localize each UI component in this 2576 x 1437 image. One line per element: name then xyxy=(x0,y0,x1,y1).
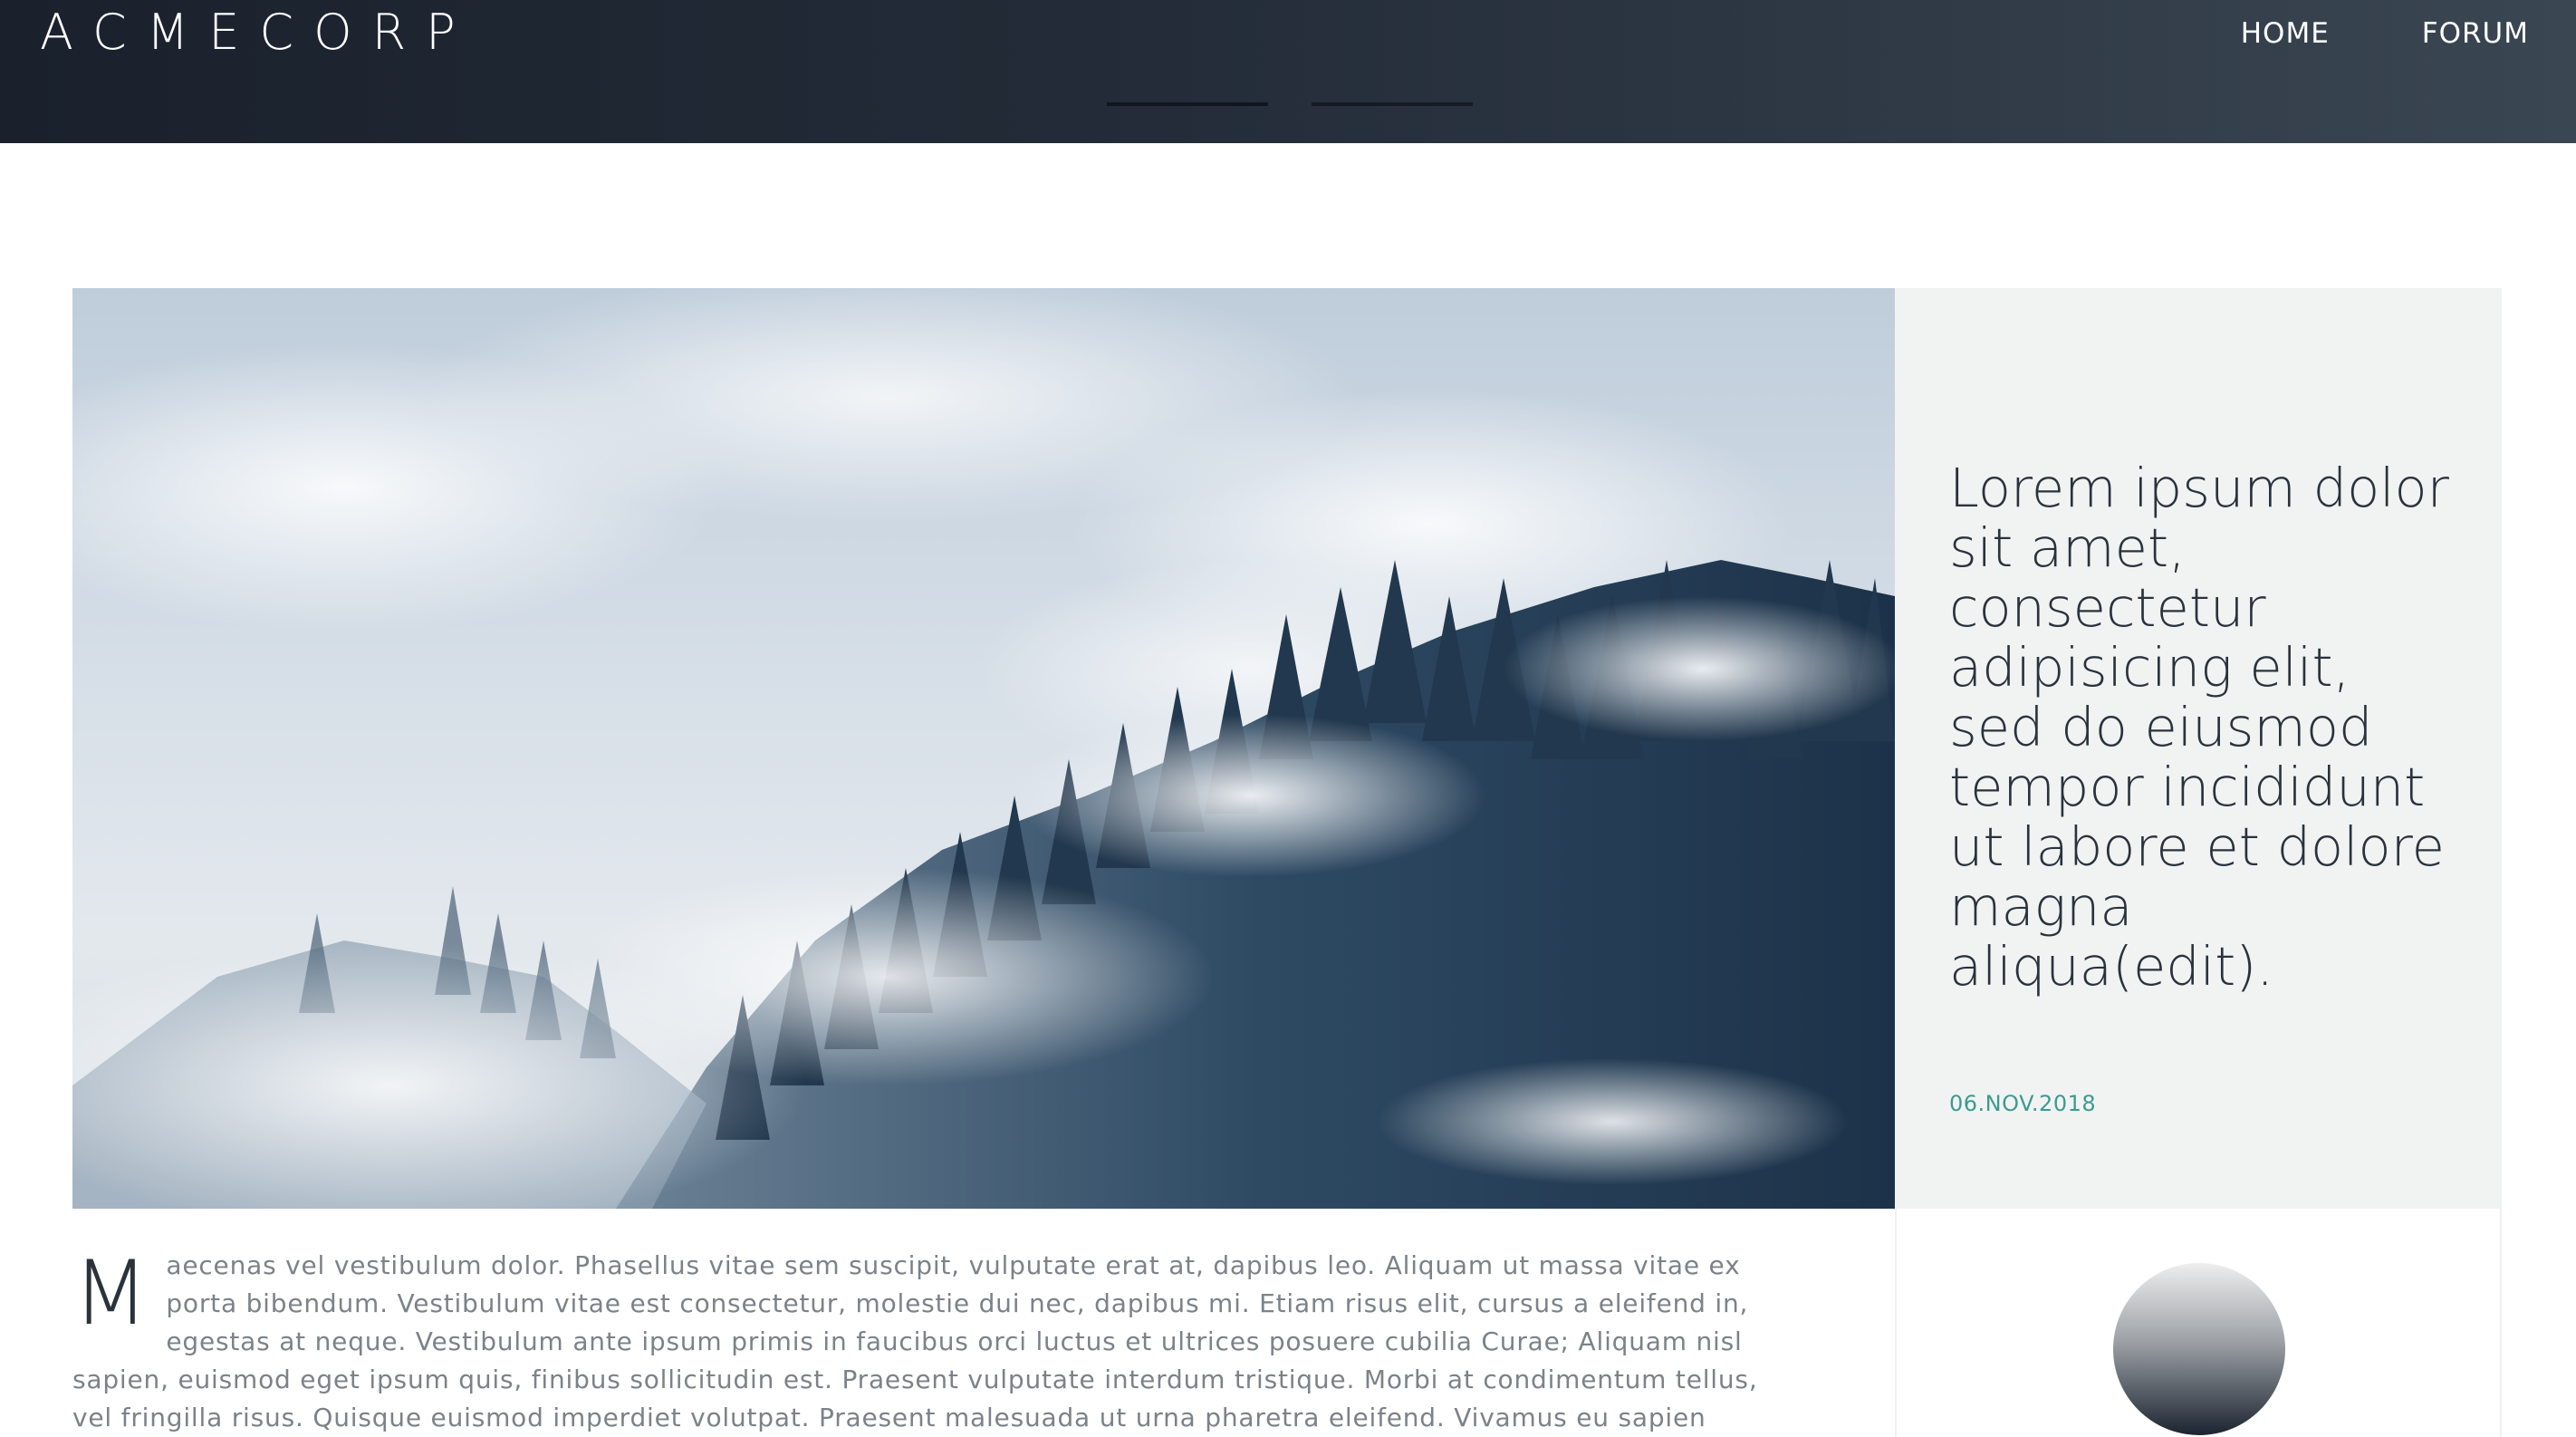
site-header: ACMECORP HOME FORUM xyxy=(0,0,2576,143)
featured-image[interactable] xyxy=(72,288,1895,1209)
page: ACMECORP HOME FORUM Lorem ipsum dolor si… xyxy=(0,0,2576,1437)
author-avatar[interactable] xyxy=(2113,1263,2285,1435)
nav-forum-link[interactable]: FORUM xyxy=(2422,17,2529,50)
nav-home-link[interactable]: HOME xyxy=(2241,17,2330,50)
featured-date: 06.NOV.2018 xyxy=(1949,1091,2097,1116)
featured-post-card[interactable]: Lorem ipsum dolor sit amet, consectetur … xyxy=(72,288,2502,1209)
slider-indicators xyxy=(1107,102,1516,106)
misty-forest-illustration xyxy=(72,288,1895,1209)
featured-headline[interactable]: Lorem ipsum dolor sit amet, consectetur … xyxy=(1949,458,2456,997)
article-text: aecenas vel vestibulum dolor. Phasellus … xyxy=(72,1250,1758,1432)
article-dropcap: M xyxy=(72,1242,150,1345)
slider-indicator-2[interactable] xyxy=(1312,102,1473,106)
author-panel xyxy=(1895,1209,2502,1437)
main-nav: HOME FORUM xyxy=(2197,0,2576,67)
site-logo[interactable]: ACMECORP xyxy=(40,0,476,65)
slider-indicator-1[interactable] xyxy=(1107,102,1268,106)
featured-summary-panel: Lorem ipsum dolor sit amet, consectetur … xyxy=(1895,288,2502,1209)
article-body: M aecenas vel vestibulum dolor. Phasellu… xyxy=(72,1247,1784,1437)
